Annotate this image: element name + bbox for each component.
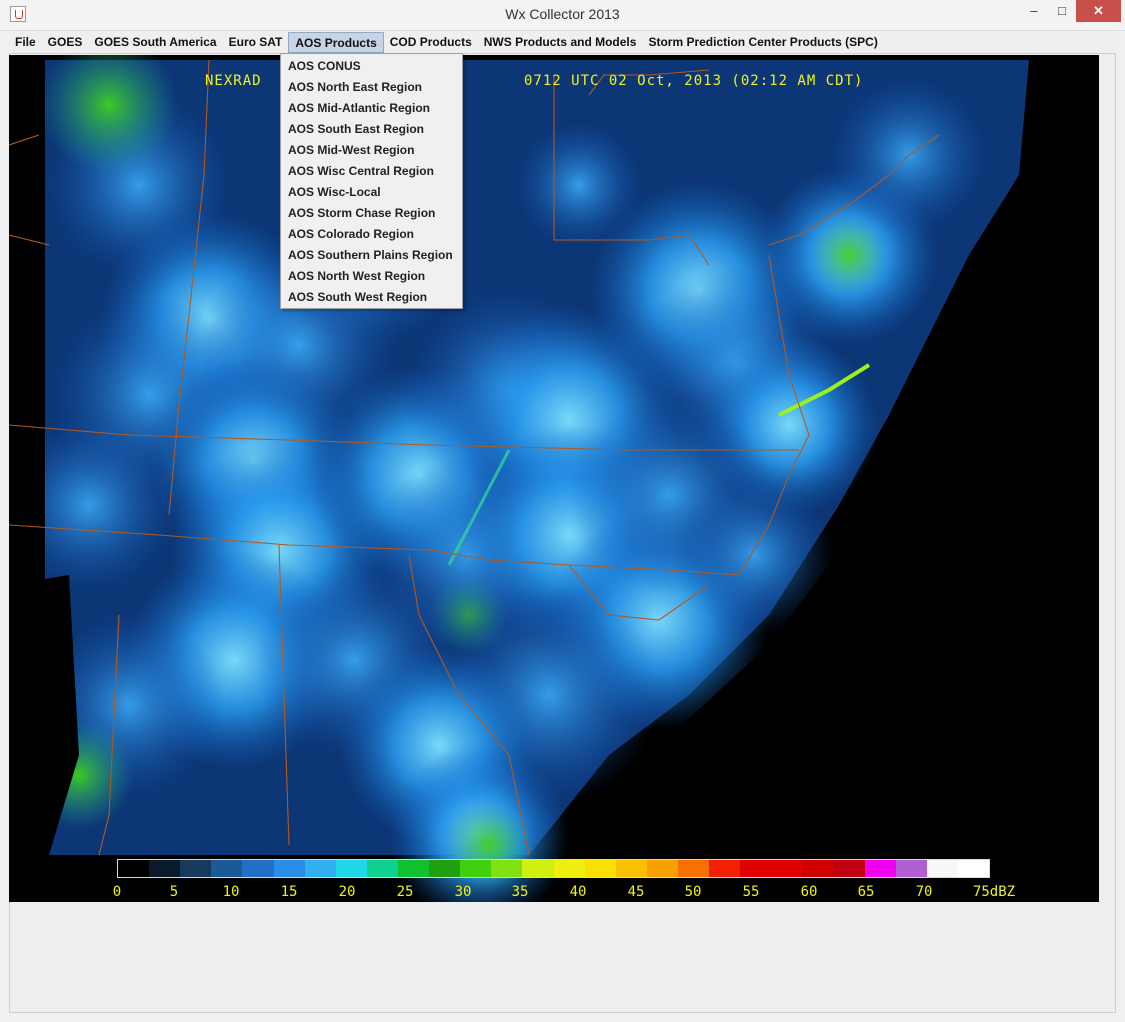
legend-color-segment [802,860,834,877]
menu-item-aos-conus[interactable]: AOS CONUS [281,56,462,77]
legend-tick: 15 [280,884,298,900]
radar-header-time: 0712 UTC 02 Oct, 2013 (02:12 AM CDT) [524,73,864,89]
menu-item-aos-southern-plains[interactable]: AOS Southern Plains Region [281,245,462,266]
menu-item-aos-storm-chase[interactable]: AOS Storm Chase Region [281,203,462,224]
menu-item-aos-north-west[interactable]: AOS North West Region [281,266,462,287]
legend-color-segment [584,860,616,877]
legend-color-segment [211,860,243,877]
legend-color-segment [864,860,896,877]
legend-color-segment [242,860,274,877]
radar-image: NEXRAD 0712 UTC 02 Oct, 2013 (02:12 AM C… [9,55,1099,902]
legend-tick: 35 [511,884,529,900]
legend-tick: 25 [396,884,414,900]
menu-item-aos-colorado[interactable]: AOS Colorado Region [281,224,462,245]
legend-tick: 70 [915,884,933,900]
legend-color-segment [180,860,212,877]
legend-color-segment [273,860,305,877]
menu-euro-sat[interactable]: Euro SAT [223,32,289,53]
legend-color-segment [335,860,367,877]
radar-map [9,55,1099,902]
legend-tick: 20 [338,884,356,900]
menu-goes[interactable]: GOES [42,32,89,53]
legend-color-segment [429,860,461,877]
aos-products-dropdown: AOS CONUS AOS North East Region AOS Mid-… [280,53,463,309]
legend-color-segment [677,860,710,877]
menu-goes-south-america[interactable]: GOES South America [88,32,222,53]
legend-color-segment [304,860,336,877]
menu-item-aos-south-west[interactable]: AOS South West Region [281,287,462,308]
legend-color-segment [957,860,990,877]
legend-color-segment [646,860,678,877]
legend-color-segment [740,860,772,877]
legend-tick: 50 [684,884,702,900]
legend-color-segment [833,860,865,877]
legend-tick: 55 [742,884,760,900]
legend-color-segment [491,860,523,877]
legend-tick: 5 [169,884,179,900]
legend-tick: 10 [222,884,240,900]
legend-color-segment [118,860,150,877]
window-title: Wx Collector 2013 [505,6,620,22]
legend-color-segment [895,860,927,877]
legend-tick: 30 [454,884,472,900]
title-bar: Wx Collector 2013 – □ ✕ [0,0,1125,31]
legend-tick: 0 [112,884,122,900]
legend-tick: 40 [569,884,587,900]
menu-item-aos-north-east[interactable]: AOS North East Region [281,77,462,98]
menu-item-aos-wisc-central[interactable]: AOS Wisc Central Region [281,161,462,182]
legend-color-segment [460,860,492,877]
minimize-button[interactable]: – [1019,0,1049,22]
legend-color-segment [366,860,398,877]
menu-item-aos-wisc-local[interactable]: AOS Wisc-Local [281,182,462,203]
legend-color-segment [397,860,430,877]
legend-color-segment [615,860,647,877]
legend-tick: 75dBZ [972,884,1016,900]
menu-aos-products[interactable]: AOS Products [288,31,384,53]
close-button[interactable]: ✕ [1076,0,1121,22]
menu-item-aos-mid-west[interactable]: AOS Mid-West Region [281,140,462,161]
legend-tick: 45 [627,884,645,900]
legend-color-segment [522,860,554,877]
menu-item-aos-mid-atlantic[interactable]: AOS Mid-Atlantic Region [281,98,462,119]
legend-tick: 65 [857,884,875,900]
maximize-button[interactable]: □ [1047,0,1077,22]
menu-item-aos-south-east[interactable]: AOS South East Region [281,119,462,140]
legend-color-segment [926,860,958,877]
legend-color-segment [553,860,585,877]
radar-header-source: NEXRAD [205,73,262,89]
menu-cod-products[interactable]: COD Products [384,32,478,53]
legend-color-segment [709,860,741,877]
legend-color-segment [771,860,803,877]
menu-bar: File GOES GOES South America Euro SAT AO… [9,31,1116,54]
legend-tick: 60 [800,884,818,900]
dbz-color-legend [117,859,990,878]
menu-spc-products[interactable]: Storm Prediction Center Products (SPC) [642,32,883,53]
menu-nws-products[interactable]: NWS Products and Models [478,32,643,53]
menu-file[interactable]: File [9,32,42,53]
legend-color-segment [149,860,181,877]
